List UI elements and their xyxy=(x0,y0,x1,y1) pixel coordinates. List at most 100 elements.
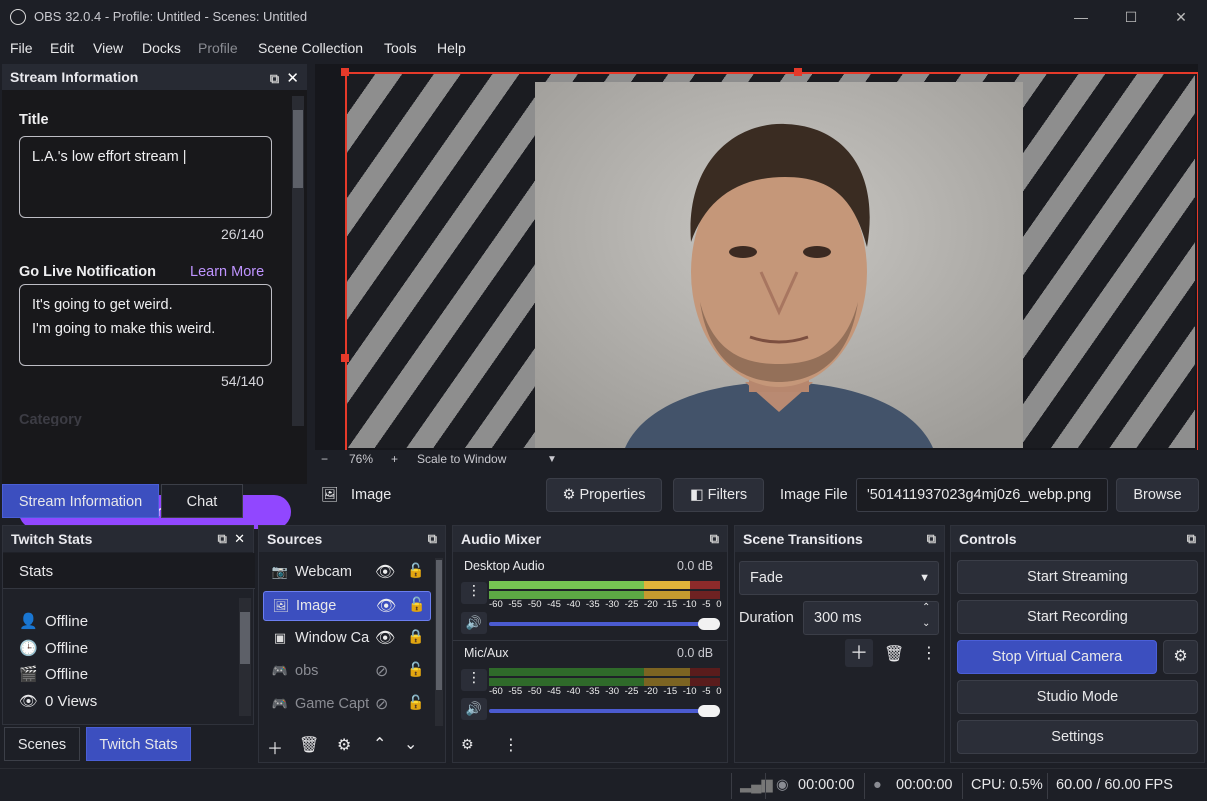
move-down-icon[interactable]: ⌄ xyxy=(404,734,417,754)
learn-more-link[interactable]: Learn More xyxy=(190,264,264,280)
volume-slider[interactable] xyxy=(489,709,719,713)
source-item-game-capture[interactable]: 🎮 Game Capt ⊘ 🔓 xyxy=(263,690,431,720)
properties-button[interactable]: ⚙ Properties xyxy=(546,478,662,512)
stepper-down-icon[interactable]: ⌄ xyxy=(922,618,930,629)
visibility-eye-icon[interactable]: 👁 xyxy=(376,596,396,616)
scene-transitions-dock: Scene Transitions ⧉ Fade ▼ Duration 300 ms… xyxy=(734,525,945,763)
scale-mode[interactable]: Scale to Window xyxy=(417,452,506,466)
scrollbar-thumb[interactable] xyxy=(436,560,442,690)
float-icon[interactable]: ⧉ xyxy=(927,531,936,547)
channel-menu-icon[interactable]: ⋮ xyxy=(461,582,487,604)
float-icon[interactable]: ⧉ xyxy=(428,531,437,547)
scrollbar-thumb[interactable] xyxy=(240,612,250,664)
transition-select[interactable]: Fade ▼ xyxy=(739,561,939,595)
unlocked-icon[interactable]: 🔓 xyxy=(407,661,424,678)
source-item-image[interactable]: 🖼 Image 👁 🔓 xyxy=(263,591,431,621)
tab-chat[interactable]: Chat xyxy=(161,484,243,518)
trash-icon[interactable]: 🗑 xyxy=(884,644,904,664)
scale-label: -5 xyxy=(702,599,711,610)
source-label: Game Capt xyxy=(295,696,370,712)
float-icon[interactable]: ⧉ xyxy=(218,531,227,546)
selection-bounding-box[interactable] xyxy=(345,72,1198,450)
source-item-obs[interactable]: 🎮 obs ⊘ 🔓 xyxy=(263,657,431,687)
speaker-icon[interactable]: 🔊 xyxy=(461,698,487,720)
volume-slider-handle[interactable] xyxy=(698,705,720,717)
transition-menu-icon[interactable]: ⋮ xyxy=(921,643,937,663)
menu-docks[interactable]: Docks xyxy=(142,40,181,56)
stream-info-scrollbar[interactable] xyxy=(292,96,304,426)
start-streaming-button[interactable]: Start Streaming xyxy=(957,560,1198,594)
trash-icon[interactable]: 🗑 xyxy=(299,735,319,755)
zoom-in-button[interactable]: + xyxy=(391,452,398,466)
scale-label: 0 xyxy=(716,599,722,610)
resize-handle-top[interactable] xyxy=(794,68,802,76)
resize-handle-top-left[interactable] xyxy=(341,68,349,76)
add-transition-icon[interactable]: ＋ xyxy=(845,639,873,667)
dock-title: Audio Mixer ⧉ xyxy=(453,526,727,552)
menu-file[interactable]: File xyxy=(10,40,33,56)
stepper-up-icon[interactable]: ⌃ xyxy=(922,602,930,613)
float-icon[interactable]: ⧉ xyxy=(1187,531,1196,547)
hidden-eye-icon[interactable]: ⊘ xyxy=(375,694,388,714)
source-item-webcam[interactable]: 📷 Webcam 👁 🔓 xyxy=(263,558,431,588)
visibility-eye-icon[interactable]: 👁 xyxy=(375,562,395,582)
scale-mode-dropdown-icon[interactable]: ▼ xyxy=(547,454,557,465)
menu-tools[interactable]: Tools xyxy=(384,40,417,56)
scale-label: -55 xyxy=(508,686,523,697)
move-up-icon[interactable]: ⌃ xyxy=(373,734,386,754)
preview-canvas[interactable] xyxy=(315,64,1198,450)
volume-slider[interactable] xyxy=(489,622,719,626)
stat-row: 👁 0 Views xyxy=(19,692,97,710)
virtual-camera-settings-gear-icon[interactable]: ⚙ xyxy=(1163,640,1198,674)
scrollbar-thumb[interactable] xyxy=(293,110,303,188)
float-icon[interactable]: ⧉ xyxy=(710,531,719,547)
unlocked-icon[interactable]: 🔓 xyxy=(408,596,425,613)
locked-icon[interactable]: 🔒 xyxy=(407,628,424,645)
notification-input[interactable]: It's going to get weird. I'm going to ma… xyxy=(19,284,272,366)
stats-scrollbar[interactable] xyxy=(239,598,251,716)
scale-label: -30 xyxy=(605,686,619,697)
browse-button[interactable]: Browse xyxy=(1116,478,1199,512)
menu-profile[interactable]: Profile xyxy=(198,40,238,56)
menu-view[interactable]: View xyxy=(93,40,123,56)
source-item-window-capture[interactable]: ▣ Window Ca 👁 🔒 xyxy=(263,624,431,654)
sources-scrollbar[interactable] xyxy=(435,558,443,726)
image-file-input[interactable]: '501411937023g4mj0z6_webp.png xyxy=(856,478,1108,512)
settings-button[interactable]: Settings xyxy=(957,720,1198,754)
mixer-menu-icon[interactable]: ⋮ xyxy=(503,735,519,755)
add-source-icon[interactable]: ＋ xyxy=(267,735,283,759)
menu-bar: File Edit View Docks Profile Scene Colle… xyxy=(0,36,1207,60)
menu-scene-collection[interactable]: Scene Collection xyxy=(258,40,363,56)
advanced-audio-gear-icon[interactable]: ⚙ xyxy=(461,736,474,753)
channel-menu-icon[interactable]: ⋮ xyxy=(461,669,487,691)
zoom-level: 76% xyxy=(349,452,374,466)
studio-mode-button[interactable]: Studio Mode xyxy=(957,680,1198,714)
maximize-button[interactable]: ☐ xyxy=(1111,4,1151,30)
channel-db: 0.0 dB xyxy=(677,646,714,660)
tab-twitch-stats[interactable]: Twitch Stats xyxy=(86,727,191,761)
resize-handle-left[interactable] xyxy=(341,354,349,362)
stop-virtual-camera-button[interactable]: Stop Virtual Camera xyxy=(957,640,1157,674)
float-icon[interactable]: ⧉ xyxy=(270,71,279,86)
unlocked-icon[interactable]: 🔓 xyxy=(407,562,424,579)
menu-help[interactable]: Help xyxy=(437,40,466,56)
tab-stream-information[interactable]: Stream Information xyxy=(2,484,159,518)
volume-slider-handle[interactable] xyxy=(698,618,720,630)
zoom-out-button[interactable]: − xyxy=(321,452,328,466)
title-input[interactable]: L.A.'s low effort stream | xyxy=(19,136,272,218)
meter-scale: -60 -55 -50 -45 -40 -35 -30 -25 -20 -15 … xyxy=(489,686,729,697)
close-window-button[interactable]: ✕ xyxy=(1161,4,1201,30)
visibility-eye-icon[interactable]: 👁 xyxy=(375,628,395,648)
speaker-icon[interactable]: 🔊 xyxy=(461,612,487,634)
close-icon[interactable]: ✕ xyxy=(286,70,299,87)
hidden-eye-icon[interactable]: ⊘ xyxy=(375,661,388,681)
duration-input[interactable]: 300 ms xyxy=(803,601,939,635)
unlocked-icon[interactable]: 🔓 xyxy=(407,694,424,711)
gear-icon[interactable]: ⚙ xyxy=(337,735,351,755)
filters-button[interactable]: ◧ Filters xyxy=(673,478,764,512)
close-icon[interactable]: ✕ xyxy=(234,531,245,546)
tab-scenes[interactable]: Scenes xyxy=(4,727,80,761)
start-recording-button[interactable]: Start Recording xyxy=(957,600,1198,634)
minimize-button[interactable]: — xyxy=(1061,4,1101,30)
menu-edit[interactable]: Edit xyxy=(50,40,74,56)
